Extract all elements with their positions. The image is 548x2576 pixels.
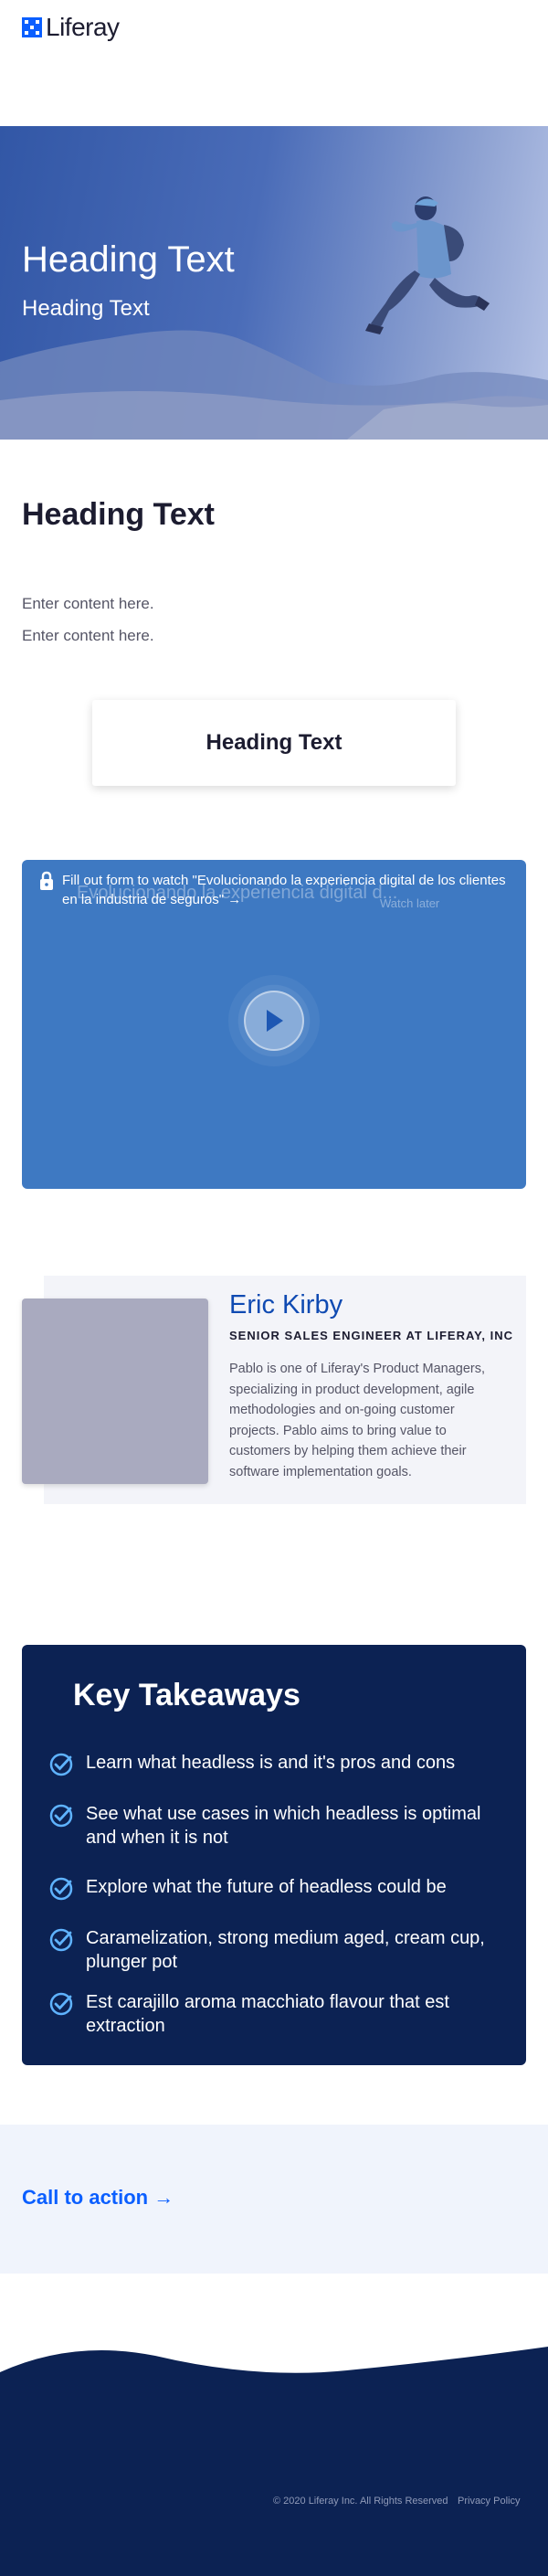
section-heading: Heading Text [22,497,215,532]
takeaways-title: Key Takeaways [73,1678,300,1712]
check-circle-icon [49,1928,73,1952]
jumping-person-image [365,196,490,334]
site-header: Liferay [0,0,548,55]
gated-video-player[interactable]: Evolucionando la experiencia digital d..… [22,860,526,1189]
check-circle-icon [49,1753,73,1776]
takeaway-text: Est carajillo aroma macchiato flavour th… [86,1992,449,2036]
privacy-policy-link[interactable]: Privacy Policy [458,2496,520,2507]
heading-card: Heading Text [92,700,456,786]
takeaway-item: Caramelization, strong medium aged, crea… [49,1926,506,1974]
check-circle-icon [49,1877,73,1901]
video-gate-banner[interactable]: Fill out form to watch "Evolucionando la… [38,871,513,909]
hero-banner: Heading Text Heading Text [0,126,548,440]
check-circle-icon [49,1804,73,1828]
takeaway-text: Learn what headless is and it's pros and… [86,1753,456,1773]
check-circle-icon [49,1992,73,2016]
hero-subtitle: Heading Text [22,296,150,321]
call-to-action-link[interactable]: Call to action → [22,2186,174,2210]
takeaway-item: Est carajillo aroma macchiato flavour th… [49,1990,506,2038]
takeaway-text: Explore what the future of headless coul… [86,1877,447,1897]
liferay-logo[interactable]: Liferay [22,13,120,42]
takeaway-item: Learn what headless is and it's pros and… [49,1751,506,1776]
video-gate-link[interactable]: Fill out form to watch "Evolucionando la… [62,871,513,909]
play-icon [267,1010,283,1032]
hero-title: Heading Text [22,239,235,280]
body-paragraph: Enter content here. [22,595,154,612]
footer-copyright: © 2020 Liferay Inc. All Rights Reserved [273,2496,448,2507]
footer-wave-background [0,2347,548,2576]
takeaway-item: See what use cases in which headless is … [49,1802,506,1850]
takeaway-text: Caramelization, strong medium aged, crea… [86,1928,485,1972]
body-paragraph: Enter content here. [22,627,154,644]
takeaway-text: See what use cases in which headless is … [86,1804,481,1848]
lock-icon [40,871,53,890]
logo-text: Liferay [46,13,120,41]
speaker-avatar [22,1299,208,1484]
play-button[interactable] [228,975,320,1066]
card-heading: Heading Text [206,730,342,755]
speaker-name: Eric Kirby [229,1290,343,1320]
takeaway-item: Explore what the future of headless coul… [49,1875,506,1901]
play-button-inner[interactable] [244,991,304,1051]
key-takeaways-panel: Key Takeaways Learn what headless is and… [22,1645,526,2065]
speaker-bio: Pablo is one of Liferay's Product Manage… [229,1362,486,1479]
speaker-role: SENIOR SALES ENGINEER AT LIFERAY, INC [229,1329,514,1342]
liferay-logo-icon [22,17,42,37]
